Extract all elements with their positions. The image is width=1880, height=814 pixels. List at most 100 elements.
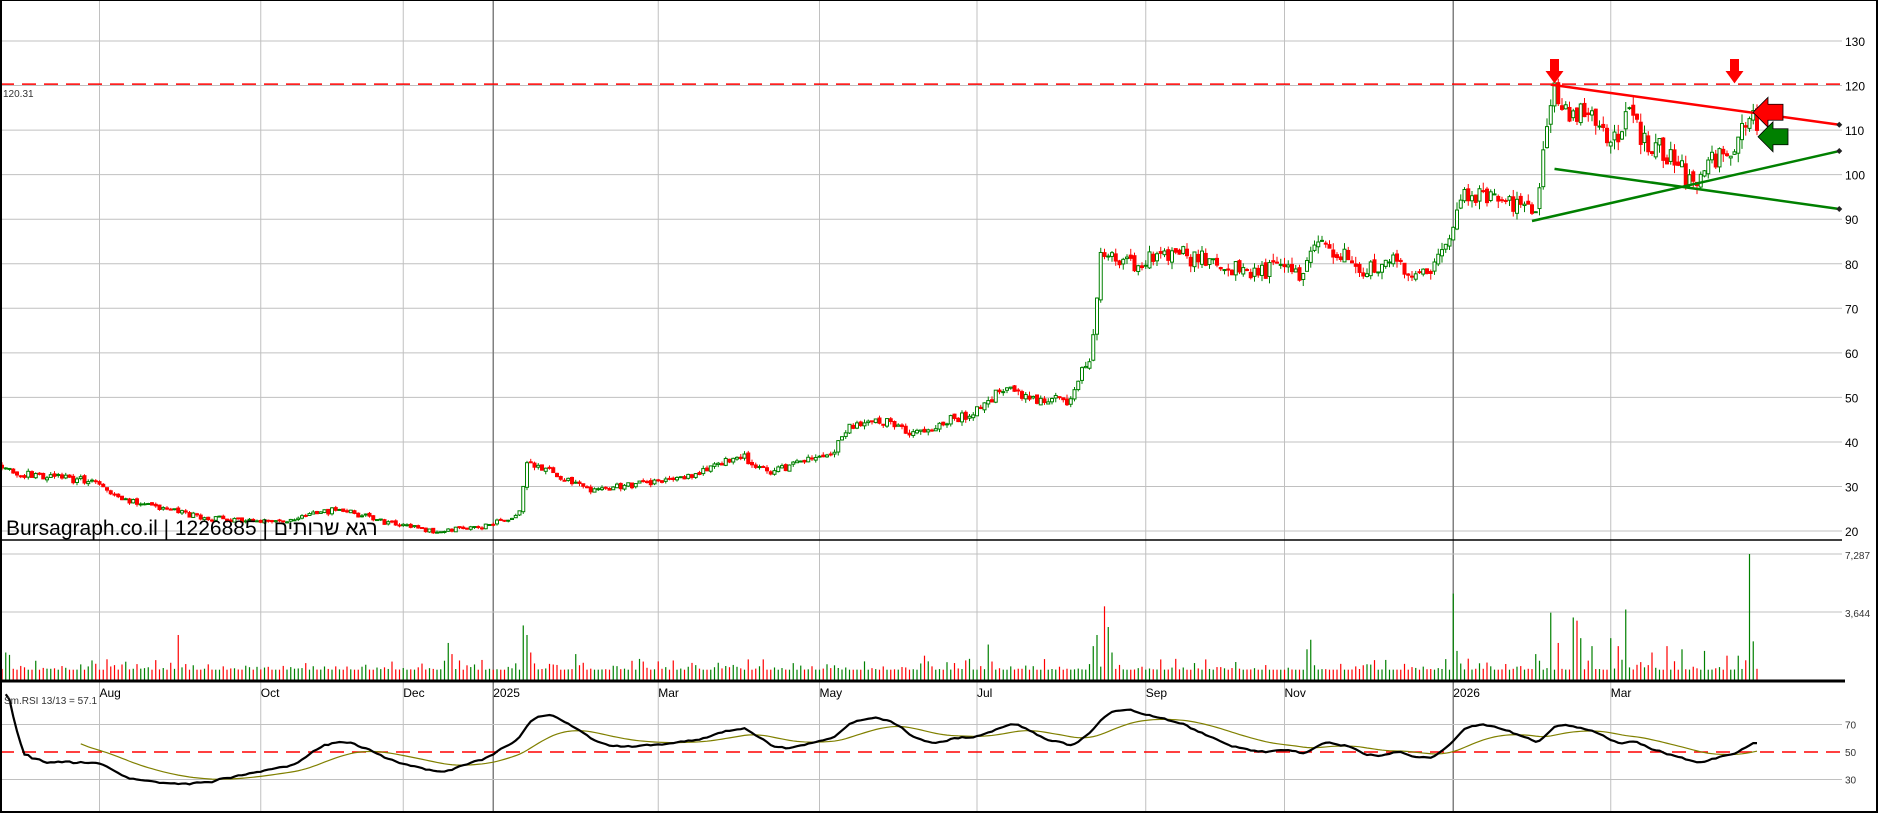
candle	[161, 507, 166, 510]
candle	[1413, 273, 1418, 280]
candle	[630, 482, 634, 489]
candle	[326, 508, 331, 515]
rsi-tick-label: 70	[1845, 721, 1857, 732]
candle	[866, 420, 871, 424]
chart-watermark-title: Bursagraph.co.il | 1226885 | רגא שרותים	[6, 517, 378, 540]
price-tick-label: 100	[1845, 169, 1865, 183]
price-tick-label: 20	[1845, 525, 1859, 539]
candle	[1740, 122, 1744, 141]
candle	[468, 526, 473, 530]
candle	[1455, 209, 1459, 230]
candle	[791, 461, 796, 465]
candle	[682, 476, 687, 480]
candle	[671, 477, 676, 481]
candle	[1020, 391, 1024, 399]
candle	[1098, 251, 1103, 301]
candle	[735, 456, 739, 460]
candle	[731, 457, 736, 463]
candle	[1612, 131, 1617, 141]
candle	[600, 487, 604, 491]
candle	[71, 475, 76, 484]
candle	[56, 473, 61, 476]
candle	[1518, 195, 1523, 205]
candle	[532, 462, 537, 468]
candle	[150, 502, 154, 506]
candle	[975, 406, 979, 417]
candle	[1533, 211, 1538, 214]
candle	[990, 399, 994, 403]
candle	[52, 473, 57, 477]
candle	[566, 477, 571, 481]
candle	[112, 493, 117, 496]
date-label: Mar	[658, 686, 679, 700]
candle	[1683, 163, 1688, 187]
candle	[660, 480, 664, 483]
candle	[1691, 171, 1696, 182]
candle	[1425, 268, 1429, 274]
candle	[840, 436, 844, 441]
candle	[176, 507, 181, 514]
candle	[1653, 142, 1658, 158]
candle	[555, 472, 559, 478]
candle	[1406, 273, 1411, 276]
candle	[1121, 258, 1126, 265]
candle	[1376, 271, 1381, 274]
candle	[855, 422, 859, 429]
candle	[333, 507, 338, 511]
candle	[1128, 254, 1133, 259]
candle	[708, 465, 713, 472]
candle	[1140, 265, 1144, 269]
candle	[1365, 273, 1369, 278]
candle	[1721, 148, 1726, 155]
candle	[723, 458, 728, 466]
candle	[26, 470, 31, 478]
candle	[1252, 267, 1257, 277]
candle	[982, 402, 987, 411]
candle	[1301, 273, 1306, 280]
candle	[963, 411, 968, 420]
candle	[1245, 269, 1249, 272]
candle	[585, 486, 589, 489]
candle	[1338, 256, 1343, 260]
candle	[78, 476, 83, 480]
candle	[697, 472, 702, 476]
candle	[528, 461, 533, 464]
candle	[48, 474, 53, 478]
candle	[318, 511, 323, 514]
candle	[1698, 173, 1703, 188]
candle	[1016, 389, 1021, 392]
candle	[1031, 395, 1036, 399]
candle	[1436, 253, 1441, 265]
candle	[1605, 127, 1609, 144]
candle	[123, 498, 128, 501]
candle	[1620, 131, 1624, 140]
candle	[1230, 269, 1234, 276]
candle	[712, 463, 717, 467]
candle	[1087, 361, 1092, 369]
candle	[7, 467, 12, 470]
candle	[1207, 258, 1212, 265]
candle	[1293, 268, 1298, 273]
candle	[821, 454, 826, 458]
candle	[1477, 188, 1482, 202]
candle	[1342, 248, 1347, 263]
candle	[577, 481, 582, 484]
candle	[1091, 334, 1096, 361]
candle	[1162, 250, 1167, 256]
candle	[1110, 252, 1114, 257]
candle	[592, 488, 597, 493]
candle	[956, 417, 961, 423]
candle	[1631, 104, 1636, 116]
candle	[1271, 260, 1276, 263]
candle	[1646, 135, 1651, 153]
candle	[746, 452, 751, 465]
candle	[1038, 397, 1043, 406]
candle	[82, 475, 87, 484]
candle	[1177, 249, 1182, 255]
candle	[1263, 262, 1268, 279]
candle	[105, 487, 109, 491]
candle	[1196, 253, 1201, 263]
candle	[427, 528, 432, 533]
candle	[933, 428, 938, 432]
candle	[97, 481, 102, 485]
